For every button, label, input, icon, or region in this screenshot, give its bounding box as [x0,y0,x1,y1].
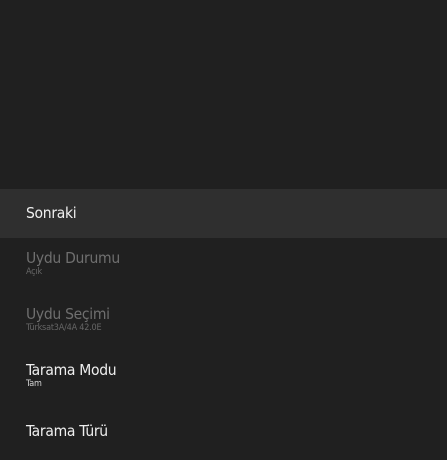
scan-mode-label: Tarama Modu [26,361,117,379]
scan-mode-item[interactable]: Tarama Modu Tam [0,361,447,390]
next-label: Sonraki [26,204,77,222]
scan-type-label: Tarama Türü [26,422,108,440]
satellite-status-value: Açık [26,267,42,277]
scan-mode-value: Tam [26,379,42,389]
satellite-status-label: Uydu Durumu [26,249,120,267]
scan-type-item[interactable]: Tarama Türü [0,422,447,440]
satellite-selection-value: Türksat3A/4A 42.0E [26,323,102,333]
next-button[interactable]: Sonraki [0,189,447,238]
satellite-status-item[interactable]: Uydu Durumu Açık [0,249,447,278]
satellite-selection-item[interactable]: Uydu Seçimi Türksat3A/4A 42.0E [0,305,447,334]
tv-screen: Sonraki Uydu Durumu Açık Uydu Seçimi Tür… [0,0,447,460]
satellite-selection-label: Uydu Seçimi [26,305,110,323]
